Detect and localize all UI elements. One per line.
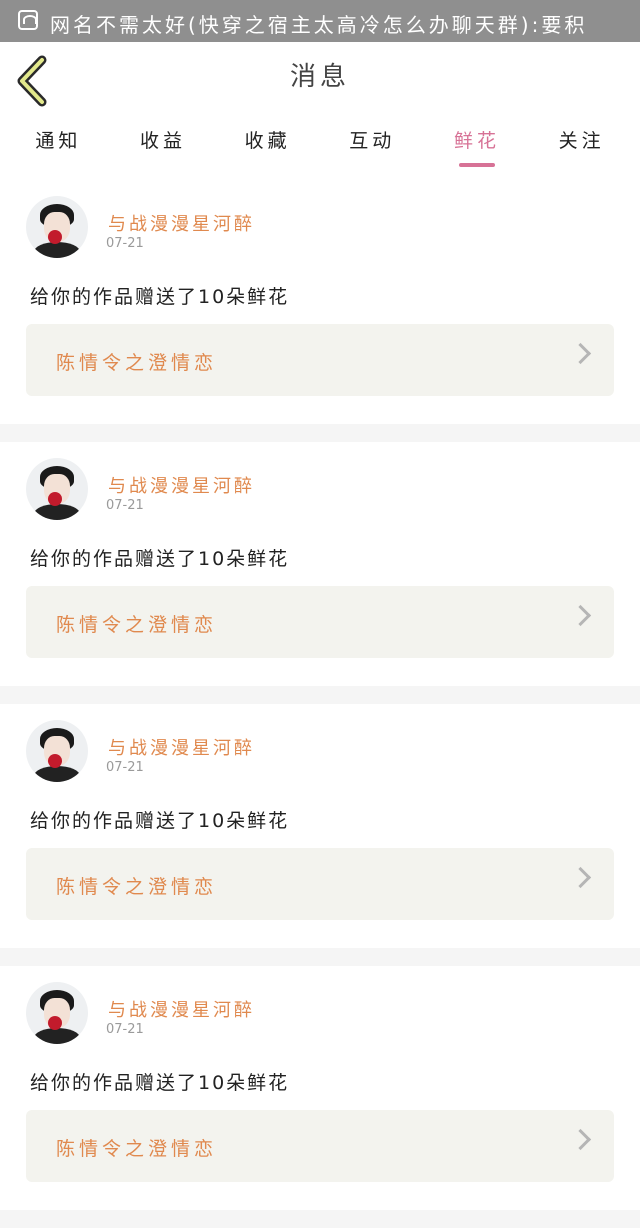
status-bar: 网名不需太好(快穿之宿主太高冷怎么办聊天群):要积 [0,0,640,42]
chevron-right-icon [569,1128,592,1151]
chevron-right-icon [569,342,592,365]
work-link[interactable]: 陈情令之澄情恋 [26,848,614,920]
tab-label: 通知 [35,130,82,152]
tab-notifications[interactable]: 通知 [13,114,103,153]
work-title: 陈情令之澄情恋 [56,876,218,898]
message-text: 给你的作品赠送了10朵鲜花 [30,1072,290,1094]
tab-label: 鲜花 [453,130,500,152]
username[interactable]: 与战漫漫星河醉 [108,210,255,236]
tab-label: 关注 [558,130,605,152]
tab-label: 收益 [139,130,186,152]
username[interactable]: 与战漫漫星河醉 [108,996,255,1022]
list-item: 与战漫漫星河醉 07-21 给你的作品赠送了10朵鲜花 陈情令之澄情恋 [0,180,640,442]
tab-favorites[interactable]: 收藏 [223,114,313,153]
work-title: 陈情令之澄情恋 [56,352,218,374]
avatar[interactable] [26,982,88,1044]
work-link[interactable]: 陈情令之澄情恋 [26,1110,614,1182]
timestamp: 07-21 [106,1022,144,1037]
chevron-right-icon [569,604,592,627]
work-link[interactable]: 陈情令之澄情恋 [26,586,614,658]
page-title: 消息 [289,62,350,92]
timestamp: 07-21 [106,760,144,775]
tab-label: 互动 [349,130,396,152]
list-item: 与战漫漫星河醉 07-21 给你的作品赠送了10朵鲜花 陈情令之澄情恋 [0,966,640,1228]
avatar[interactable] [26,720,88,782]
tab-following[interactable]: 关注 [537,114,627,153]
navbar: 消息 [0,42,640,114]
avatar[interactable] [26,196,88,258]
tab-flowers[interactable]: 鲜花 [432,114,522,167]
tab-label: 收藏 [244,130,291,152]
message-text: 给你的作品赠送了10朵鲜花 [30,548,290,570]
username[interactable]: 与战漫漫星河醉 [108,734,255,760]
notification-text: 网名不需太好(快穿之宿主太高冷怎么办聊天群):要积 [50,13,588,37]
timestamp: 07-21 [106,498,144,513]
work-title: 陈情令之澄情恋 [56,1138,218,1160]
qq-icon [18,10,38,30]
list-item: 与战漫漫星河醉 07-21 给你的作品赠送了10朵鲜花 陈情令之澄情恋 [0,704,640,966]
active-tab-indicator [458,163,495,167]
chevron-right-icon [569,866,592,889]
tab-interactions[interactable]: 互动 [327,114,417,153]
avatar[interactable] [26,458,88,520]
timestamp: 07-21 [106,236,144,251]
list-item: 与战漫漫星河醉 07-21 给你的作品赠送了10朵鲜花 陈情令之澄情恋 [0,442,640,704]
tab-bar: 通知 收益 收藏 互动 鲜花 关注 [0,114,640,180]
tab-earnings[interactable]: 收益 [118,114,208,153]
message-text: 给你的作品赠送了10朵鲜花 [30,810,290,832]
message-text: 给你的作品赠送了10朵鲜花 [30,286,290,308]
flower-message-list: 与战漫漫星河醉 07-21 给你的作品赠送了10朵鲜花 陈情令之澄情恋 与战漫漫… [0,180,640,1228]
work-title: 陈情令之澄情恋 [56,614,218,636]
username[interactable]: 与战漫漫星河醉 [108,472,255,498]
work-link[interactable]: 陈情令之澄情恋 [26,324,614,396]
